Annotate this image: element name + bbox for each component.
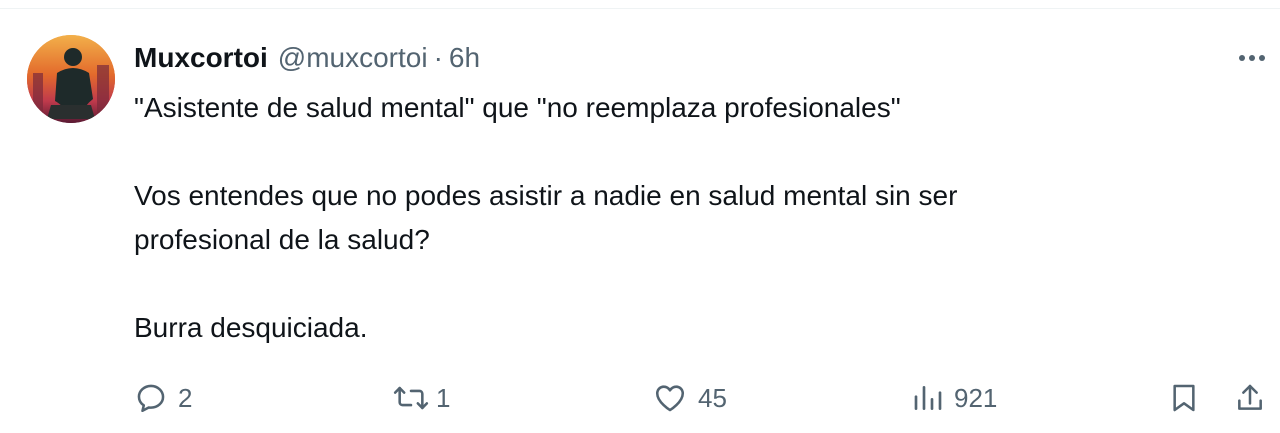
avatar-image [27,35,115,123]
share-icon [1238,384,1262,410]
tweet-header: Muxcortoi @muxcortoi · 6h [134,36,480,80]
tweet-text-line: "Asistente de salud mental" que "no reem… [134,92,901,123]
views-count: 921 [954,382,998,413]
tweet-text-blank [134,262,1214,306]
more-options-button[interactable] [1232,44,1272,72]
separator-dot: · [433,42,443,73]
tweet-text: "Asistente de salud mental" que "no reem… [134,86,1214,350]
bookmark-button[interactable] [1168,376,1200,420]
share-button[interactable] [1234,376,1266,420]
more-dots-icon [1239,55,1245,61]
author-name[interactable]: Muxcortoi [134,42,268,74]
top-divider [0,8,1280,9]
author-handle[interactable]: @muxcortoi [278,42,428,74]
tweet-text-blank [134,130,1214,174]
like-button[interactable]: 45 [652,376,727,420]
heart-icon [655,385,685,412]
avatar[interactable] [27,35,115,123]
tweet-text-line: Burra desquiciada. [134,312,368,343]
tweet-text-line: Vos entendes que no podes asistir a nadi… [134,180,958,211]
bookmark-icon [1173,384,1195,412]
reply-icon [137,384,165,413]
reply-count: 2 [178,382,193,413]
tweet-time[interactable]: 6h [449,42,480,74]
views-chart-icon [914,386,942,410]
views-button[interactable]: 921 [912,376,997,420]
retweet-icon [393,386,429,410]
reply-button[interactable]: 2 [134,376,192,420]
tweet-text-line: profesional de la salud? [134,224,430,255]
retweet-count: 1 [436,382,451,413]
like-count: 45 [698,382,727,413]
retweet-button[interactable]: 1 [392,376,450,420]
